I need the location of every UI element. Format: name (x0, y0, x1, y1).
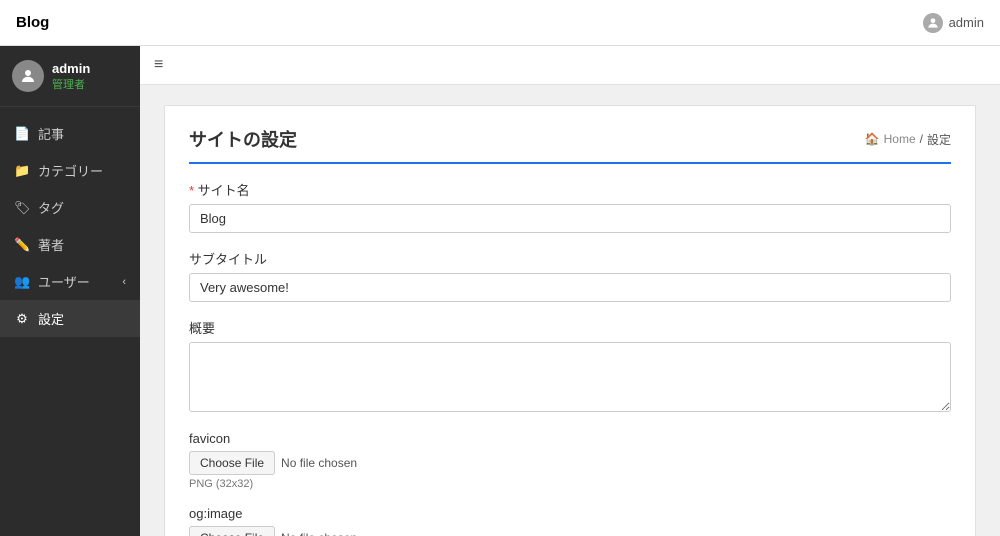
sidebar-nav: 📄 記事 📁 カテゴリー 🏷 タグ ✏️ 著者 👥 ユーザー ‹ ⚙ (0, 107, 140, 536)
authors-icon: ✏️ (14, 237, 30, 253)
site-name-group: サイト名 (189, 180, 951, 233)
sidebar-role: 管理者 (52, 76, 90, 92)
users-arrow-icon: ‹ (122, 276, 126, 288)
tags-icon: 🏷 (14, 200, 30, 216)
favicon-choose-button[interactable]: Choose File (189, 451, 275, 475)
secondary-bar: ≡ (140, 46, 1000, 85)
sidebar-label-tags: タグ (38, 198, 64, 217)
site-name-label: サイト名 (189, 180, 951, 199)
users-icon: 👥 (14, 274, 30, 290)
user-avatar-icon (923, 13, 943, 33)
subtitle-group: サブタイトル (189, 249, 951, 302)
og-image-group: og:image Choose File No file chosen JPEG… (189, 506, 951, 536)
articles-icon: 📄 (14, 126, 30, 142)
categories-icon: 📁 (14, 163, 30, 179)
topbar-title: Blog (16, 14, 49, 31)
topbar-username: admin (949, 15, 984, 30)
overview-group: 概要 (189, 318, 951, 415)
hamburger-icon[interactable]: ≡ (154, 56, 163, 74)
favicon-no-file: No file chosen (281, 456, 357, 470)
sidebar-label-articles: 記事 (38, 124, 64, 143)
main-content: ≡ サイトの設定 🏠 Home / 設定 サイト名 (140, 46, 1000, 536)
sidebar-item-settings[interactable]: ⚙ 設定 (0, 300, 140, 337)
og-image-no-file: No file chosen (281, 531, 357, 536)
sidebar: admin 管理者 📄 記事 📁 カテゴリー 🏷 タグ ✏️ 著者 👥 (0, 46, 140, 536)
sidebar-label-authors: 著者 (38, 235, 64, 254)
topbar: Blog admin (0, 0, 1000, 46)
breadcrumb-home-icon: 🏠 (865, 132, 880, 146)
sidebar-username: admin (52, 61, 90, 76)
sidebar-item-users[interactable]: 👥 ユーザー ‹ (0, 263, 140, 300)
page-header: サイトの設定 🏠 Home / 設定 (189, 126, 951, 164)
og-image-choose-button[interactable]: Choose File (189, 526, 275, 536)
site-name-input[interactable] (189, 204, 951, 233)
sidebar-item-tags[interactable]: 🏷 タグ (0, 189, 140, 226)
sidebar-avatar (12, 60, 44, 92)
sidebar-label-categories: カテゴリー (38, 161, 103, 180)
settings-icon: ⚙ (14, 311, 30, 327)
overview-label: 概要 (189, 318, 951, 337)
breadcrumb-current: 設定 (927, 131, 951, 148)
sidebar-label-users: ユーザー (38, 272, 90, 291)
overview-input[interactable] (189, 342, 951, 412)
og-image-label: og:image (189, 506, 951, 521)
sidebar-item-categories[interactable]: 📁 カテゴリー (0, 152, 140, 189)
content-area: サイトの設定 🏠 Home / 設定 サイト名 サブタイトル (140, 85, 1000, 536)
breadcrumb-home-link[interactable]: Home (884, 132, 916, 146)
breadcrumb: 🏠 Home / 設定 (865, 131, 951, 148)
favicon-label: favicon (189, 431, 951, 446)
sidebar-item-authors[interactable]: ✏️ 著者 (0, 226, 140, 263)
layout: admin 管理者 📄 記事 📁 カテゴリー 🏷 タグ ✏️ 著者 👥 (0, 46, 1000, 536)
sidebar-user-info: admin 管理者 (0, 46, 140, 107)
favicon-hint: PNG (32x32) (189, 478, 951, 490)
favicon-group: favicon Choose File No file chosen PNG (… (189, 431, 951, 490)
topbar-user: admin (923, 13, 984, 33)
sidebar-item-articles[interactable]: 📄 記事 (0, 115, 140, 152)
page-title: サイトの設定 (189, 126, 297, 152)
subtitle-label: サブタイトル (189, 249, 951, 268)
subtitle-input[interactable] (189, 273, 951, 302)
settings-card: サイトの設定 🏠 Home / 設定 サイト名 サブタイトル (164, 105, 976, 536)
sidebar-label-settings: 設定 (38, 309, 64, 328)
breadcrumb-separator: / (920, 132, 923, 146)
